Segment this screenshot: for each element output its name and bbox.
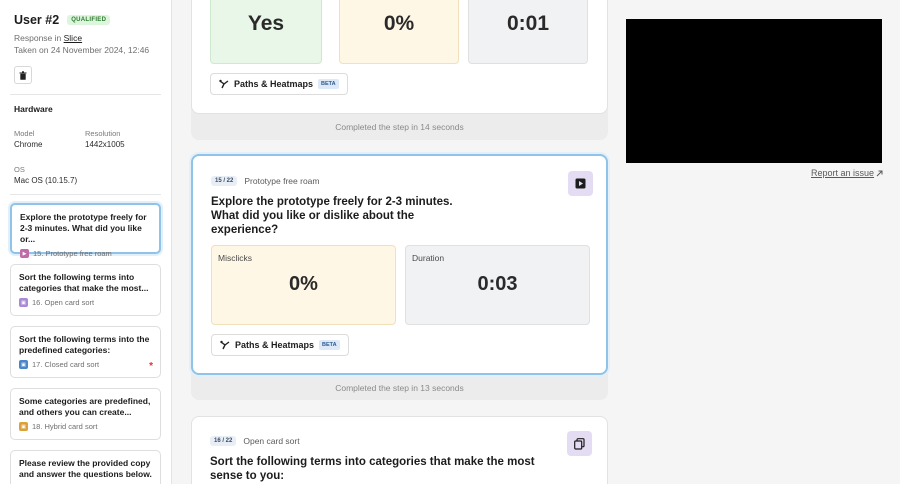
divider <box>10 194 161 195</box>
paths-heatmaps-button[interactable]: Paths & Heatmaps BETA <box>211 334 349 356</box>
user-header: User #2 QUALIFIED <box>14 13 111 27</box>
resolution-value: 1442x1005 <box>85 140 125 149</box>
play-icon: ▶ <box>20 249 29 258</box>
step-number: 15 / 22 <box>211 176 238 186</box>
step-label: 18. Hybrid card sort <box>32 422 98 431</box>
metric-duration: Duration 0:03 <box>405 245 590 325</box>
step-tag: 16 / 22 Open card sort <box>210 436 300 446</box>
trash-icon <box>19 70 27 80</box>
metric-value: 0% <box>383 12 415 35</box>
metric-label: Misclicks <box>218 253 252 263</box>
completed-text: Completed the step in 13 seconds <box>335 383 464 393</box>
metric-misclicks: Misclicks 0% <box>211 245 396 325</box>
model-value: Chrome <box>14 140 43 149</box>
step-question: Some categories are predefined, and othe… <box>19 396 151 417</box>
cards-icon: ▣ <box>19 360 28 369</box>
os-value: Mac OS (10.15.7) <box>14 176 78 185</box>
step-question: Sort the following terms into categories… <box>19 272 149 293</box>
metric-completed: Yes <box>210 0 322 64</box>
report-issue-link[interactable]: Report an issue <box>811 168 883 178</box>
response-link[interactable]: Slice <box>64 33 82 43</box>
delete-response-button[interactable] <box>14 66 32 84</box>
sidebar-step-18[interactable]: Some categories are predefined, and othe… <box>10 388 161 440</box>
sidebar-step-15[interactable]: Explore the prototype freely for 2-3 min… <box>10 203 161 258</box>
divider <box>10 94 161 95</box>
step-label: 16. Open card sort <box>32 298 95 307</box>
cards-icon: ▣ <box>19 422 28 431</box>
step-tag: 15 / 22 Prototype free roam <box>211 176 319 186</box>
step-label: 15. Prototype free roam <box>33 249 112 258</box>
step-question: Please review the provided copy and answ… <box>19 458 152 479</box>
paths-icon <box>220 340 230 350</box>
sidebar-step-16[interactable]: Sort the following terms into categories… <box>10 264 161 316</box>
cards-icon <box>574 437 585 450</box>
required-mark: * <box>149 361 153 372</box>
paths-label: Paths & Heatmaps <box>235 340 315 350</box>
step-question: Sort the following terms into categories… <box>210 456 535 482</box>
paths-icon <box>219 79 229 89</box>
step-type: Open card sort <box>243 436 300 446</box>
completed-text: Completed the step in 14 seconds <box>335 122 464 132</box>
metric-value: 0:01 <box>506 12 550 35</box>
external-link-icon <box>876 170 883 176</box>
paths-heatmaps-button[interactable]: Paths & Heatmaps BETA <box>210 73 348 95</box>
step-panel-14: Yes 0% 0:01 Paths & Heatmaps BETA <box>191 0 608 114</box>
metric-duration: 0:01 <box>468 0 588 64</box>
hardware-heading: Hardware <box>14 104 53 114</box>
user-title: User #2 <box>14 13 60 27</box>
step-question: Sort the following terms into the predef… <box>19 334 150 355</box>
cards-icon: ▣ <box>19 298 28 307</box>
step-type: Prototype free roam <box>244 176 320 186</box>
metric-value: 0% <box>289 273 318 295</box>
beta-badge: BETA <box>319 340 340 350</box>
step-number: 16 / 22 <box>210 436 237 446</box>
beta-badge: BETA <box>318 79 339 89</box>
response-in: Response in Slice <box>14 33 82 43</box>
report-issue-label: Report an issue <box>811 168 875 178</box>
resolution-label: Resolution <box>85 129 121 138</box>
prototype-type-button[interactable] <box>568 171 593 196</box>
os-label: OS <box>14 165 25 174</box>
metric-value: 0:03 <box>477 273 518 295</box>
metric-value: Yes <box>247 12 285 35</box>
metric-label: Duration <box>412 253 445 263</box>
taken-on: Taken on 24 November 2024, 12:46 <box>14 45 150 55</box>
play-icon <box>575 178 586 189</box>
sidebar-step-17[interactable]: Sort the following terms into the predef… <box>10 326 161 378</box>
session-video[interactable] <box>626 19 882 163</box>
step-question: Explore the prototype freely for 2-3 min… <box>20 212 147 244</box>
step-question: Explore the prototype freely for 2-3 min… <box>211 196 453 236</box>
sidebar: User #2 QUALIFIED Response in Slice Take… <box>0 0 172 484</box>
paths-label: Paths & Heatmaps <box>234 79 314 89</box>
step-panel-15: 15 / 22 Prototype free roam Explore the … <box>191 154 608 375</box>
sidebar-step-19[interactable]: Please review the provided copy and answ… <box>10 450 161 484</box>
model-label: Model <box>14 129 35 138</box>
metric-misclicks: 0% <box>339 0 459 64</box>
card-sort-type-button[interactable] <box>567 431 592 456</box>
response-prefix: Response in <box>14 33 64 43</box>
step-label: 17. Closed card sort <box>32 360 100 369</box>
qualified-badge: QUALIFIED <box>67 15 111 25</box>
step-panel-16: 16 / 22 Open card sort Sort the followin… <box>191 416 608 484</box>
